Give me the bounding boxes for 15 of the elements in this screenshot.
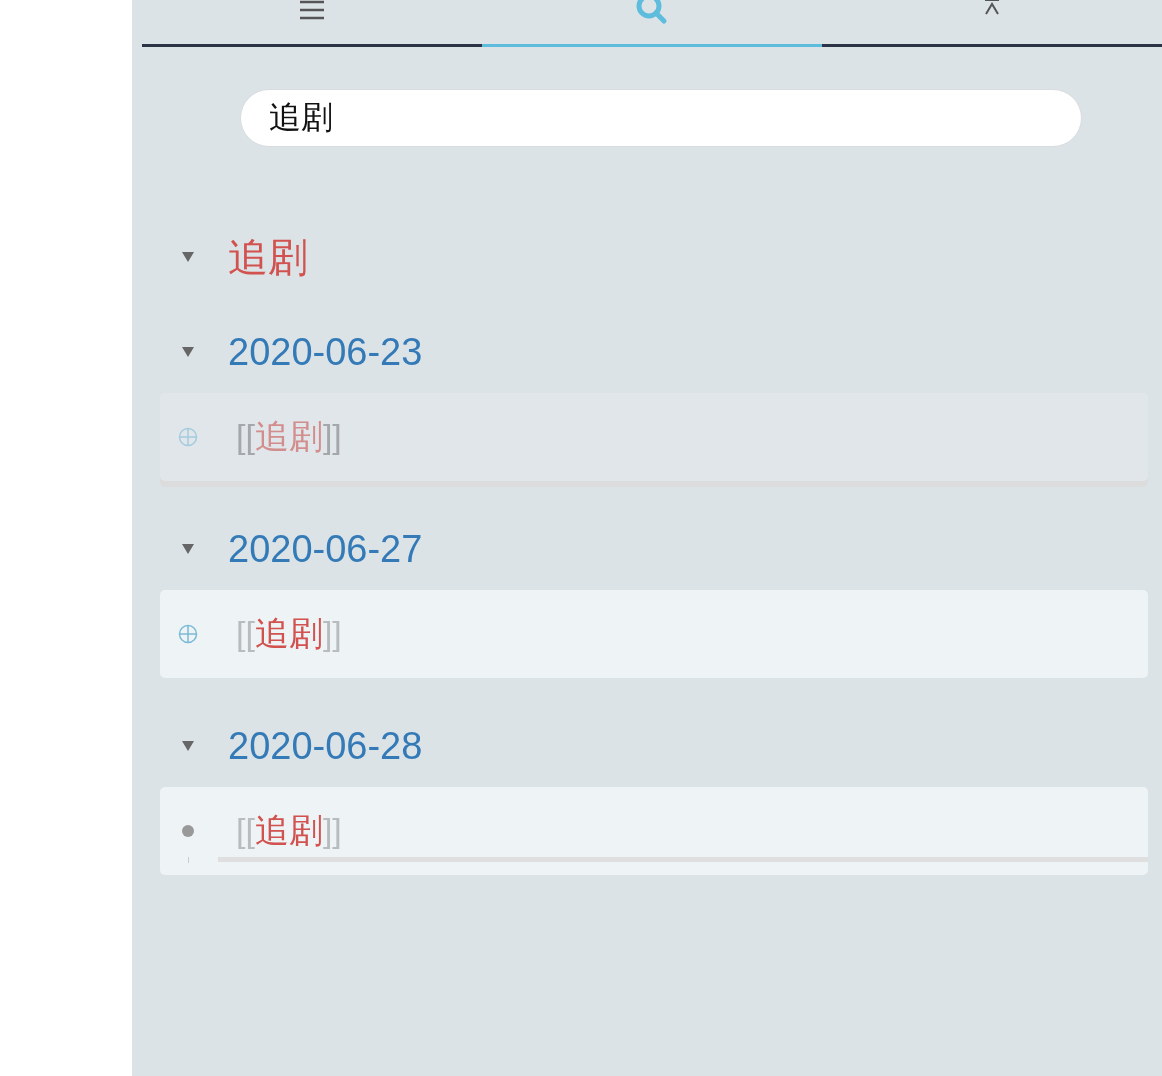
block-text[interactable]: [[追剧]]: [236, 808, 342, 854]
page-link[interactable]: 2020-06-23: [228, 330, 423, 374]
result-title[interactable]: 追剧: [228, 229, 308, 285]
page-link[interactable]: 2020-06-27: [228, 527, 423, 571]
expand-triangle-icon[interactable]: [182, 544, 194, 554]
tab[interactable]: [822, 0, 1162, 47]
block-text[interactable]: [[追剧]]: [236, 611, 342, 657]
expand-triangle-icon[interactable]: [182, 741, 194, 751]
search-field[interactable]: 追剧: [240, 89, 1082, 147]
block-text[interactable]: [[追剧]]: [236, 414, 342, 460]
expand-triangle-icon[interactable]: [182, 252, 194, 262]
page-link[interactable]: 2020-06-28: [228, 724, 423, 768]
menu-icon: [299, 0, 325, 22]
expand-triangle-icon[interactable]: [182, 347, 194, 357]
tab[interactable]: [142, 0, 482, 47]
